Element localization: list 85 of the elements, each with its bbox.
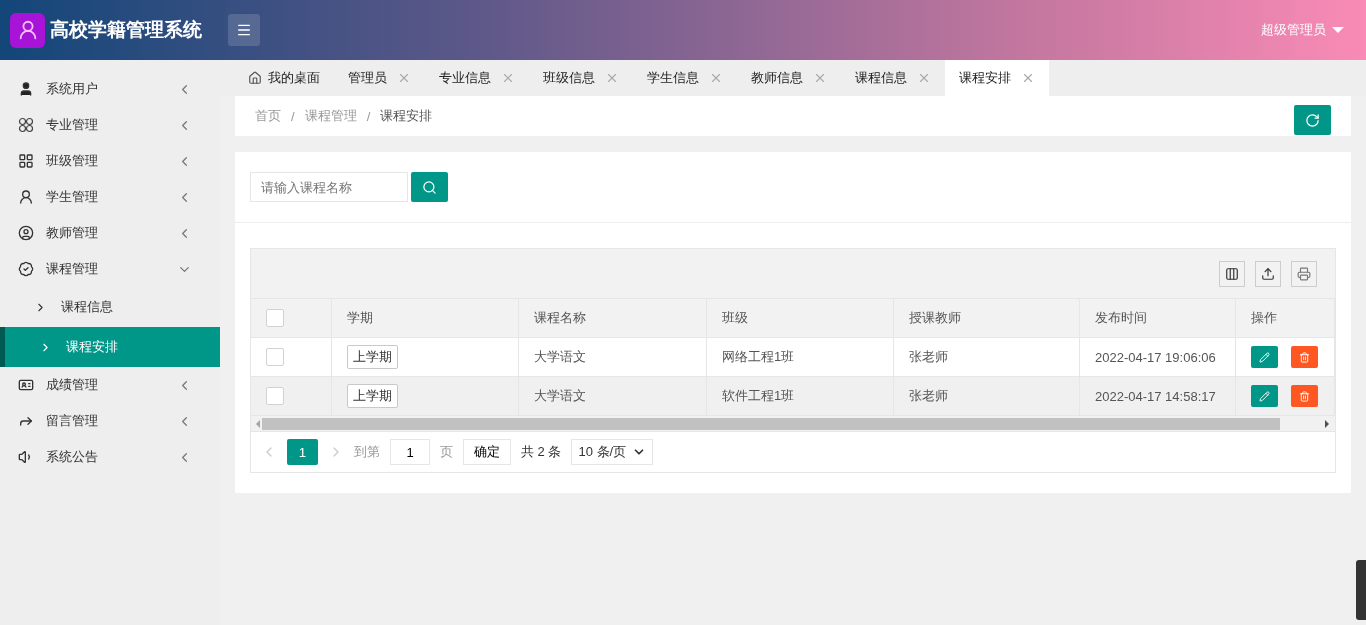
search-icon [422,179,437,195]
header-cell: 发布时间 [1080,299,1236,338]
header-cell: 课程名称 [519,299,707,338]
pencil-icon [1259,390,1270,402]
sidebar-item[interactable]: 成绩管理 [0,367,220,403]
tab[interactable]: 班级信息 [529,60,633,96]
tab[interactable]: 我的桌面 [234,60,334,96]
app-title: 高校学籍管理系统 [50,18,202,42]
upload-icon [1261,266,1275,281]
header-cell: 授课教师 [894,299,1080,338]
breadcrumb-separator: / [291,108,295,124]
tab[interactable]: 课程信息 [841,60,945,96]
close-icon[interactable] [813,71,827,85]
edit-button[interactable] [1251,385,1278,407]
goto-label: 到第 [354,443,380,461]
total-count: 共 2 条 [521,443,562,461]
edit-button[interactable] [1251,346,1278,368]
confirm-button[interactable]: 确定 [463,439,511,465]
sidebar-item[interactable]: 课程管理 [0,251,220,287]
print-button[interactable] [1291,260,1317,287]
term-tag: 上学期 [347,384,398,408]
page-label: 页 [440,443,453,461]
close-icon[interactable] [917,71,931,85]
sidebar-subitem[interactable]: 课程安排 [0,327,220,367]
menu-button[interactable] [228,14,260,46]
header-cell: 操作 [1236,299,1335,338]
close-icon[interactable] [605,71,619,85]
tab[interactable]: 学生信息 [633,60,737,96]
refresh-button[interactable] [1294,105,1331,135]
sidebar-item[interactable]: 系统公告 [0,439,220,475]
checkbox[interactable] [266,348,284,366]
tab-label: 我的桌面 [268,69,320,87]
tab-label: 班级信息 [543,69,595,87]
sidebar-item[interactable]: 留言管理 [0,403,220,439]
clover-icon [18,117,34,133]
page-input-field[interactable]: 1 [390,439,430,465]
close-icon[interactable] [709,71,723,85]
sidebar-item[interactable]: 学生管理 [0,179,220,215]
tab-label: 课程信息 [855,69,907,87]
table-row[interactable]: 上学期 大学语文 网络工程1班 张老师 2022-04-17 19:06:06 [251,338,1335,377]
printer-icon [1297,266,1311,281]
tab-label: 管理员 [348,69,387,87]
columns-icon [1225,266,1239,281]
tab[interactable]: 管理员 [334,60,425,96]
checkbox[interactable] [266,309,284,327]
search-button[interactable] [411,172,448,202]
header-cell: 班级 [707,299,894,338]
close-icon[interactable] [397,71,411,85]
tab-label: 专业信息 [439,69,491,87]
tab[interactable]: 课程安排 [945,60,1049,96]
export-button[interactable] [1255,260,1281,287]
user-logo-icon [10,12,45,48]
home-icon [248,71,262,85]
menu-icon [236,22,252,38]
checkbox[interactable] [266,387,284,405]
header-cell: 学期 [332,299,519,338]
table-row[interactable]: 上学期 大学语文 软件工程1班 张老师 2022-04-17 14:58:17 [251,377,1335,416]
tab[interactable]: 教师信息 [737,60,841,96]
sidebar-item[interactable]: 系统用户 [0,71,220,107]
close-icon[interactable] [501,71,515,85]
sidebar-item[interactable]: 专业管理 [0,107,220,143]
page-number-button[interactable]: 1 [287,439,318,465]
tab-label: 学生信息 [647,69,699,87]
tab-label: 课程安排 [959,69,1011,87]
breadcrumb-current: 课程安排 [380,107,433,125]
sidebar-subitem[interactable]: 课程信息 [0,287,220,327]
breadcrumb-separator: / [366,108,371,124]
pencil-icon [1259,351,1270,363]
search-field[interactable]: 请输入课程名称 [250,172,408,202]
trash-icon [1299,351,1310,363]
tab[interactable]: 专业信息 [425,60,529,96]
term-tag: 上学期 [347,345,398,369]
caret-icon [1332,27,1344,33]
trash-icon [1299,390,1310,402]
delete-button[interactable] [1291,385,1318,407]
sidebar-item[interactable]: 班级管理 [0,143,220,179]
close-icon[interactable] [1021,71,1035,85]
delete-button[interactable] [1291,346,1318,368]
tab-label: 教师信息 [751,69,803,87]
columns-button[interactable] [1219,260,1245,287]
page-size-select[interactable]: 10 条/页 [571,439,654,465]
page-size-value: 10 条/页 [578,443,627,461]
refresh-icon [1305,112,1320,128]
sidebar-item[interactable]: 教师管理 [0,215,220,251]
horizontal-scrollbar[interactable] [251,416,1335,432]
